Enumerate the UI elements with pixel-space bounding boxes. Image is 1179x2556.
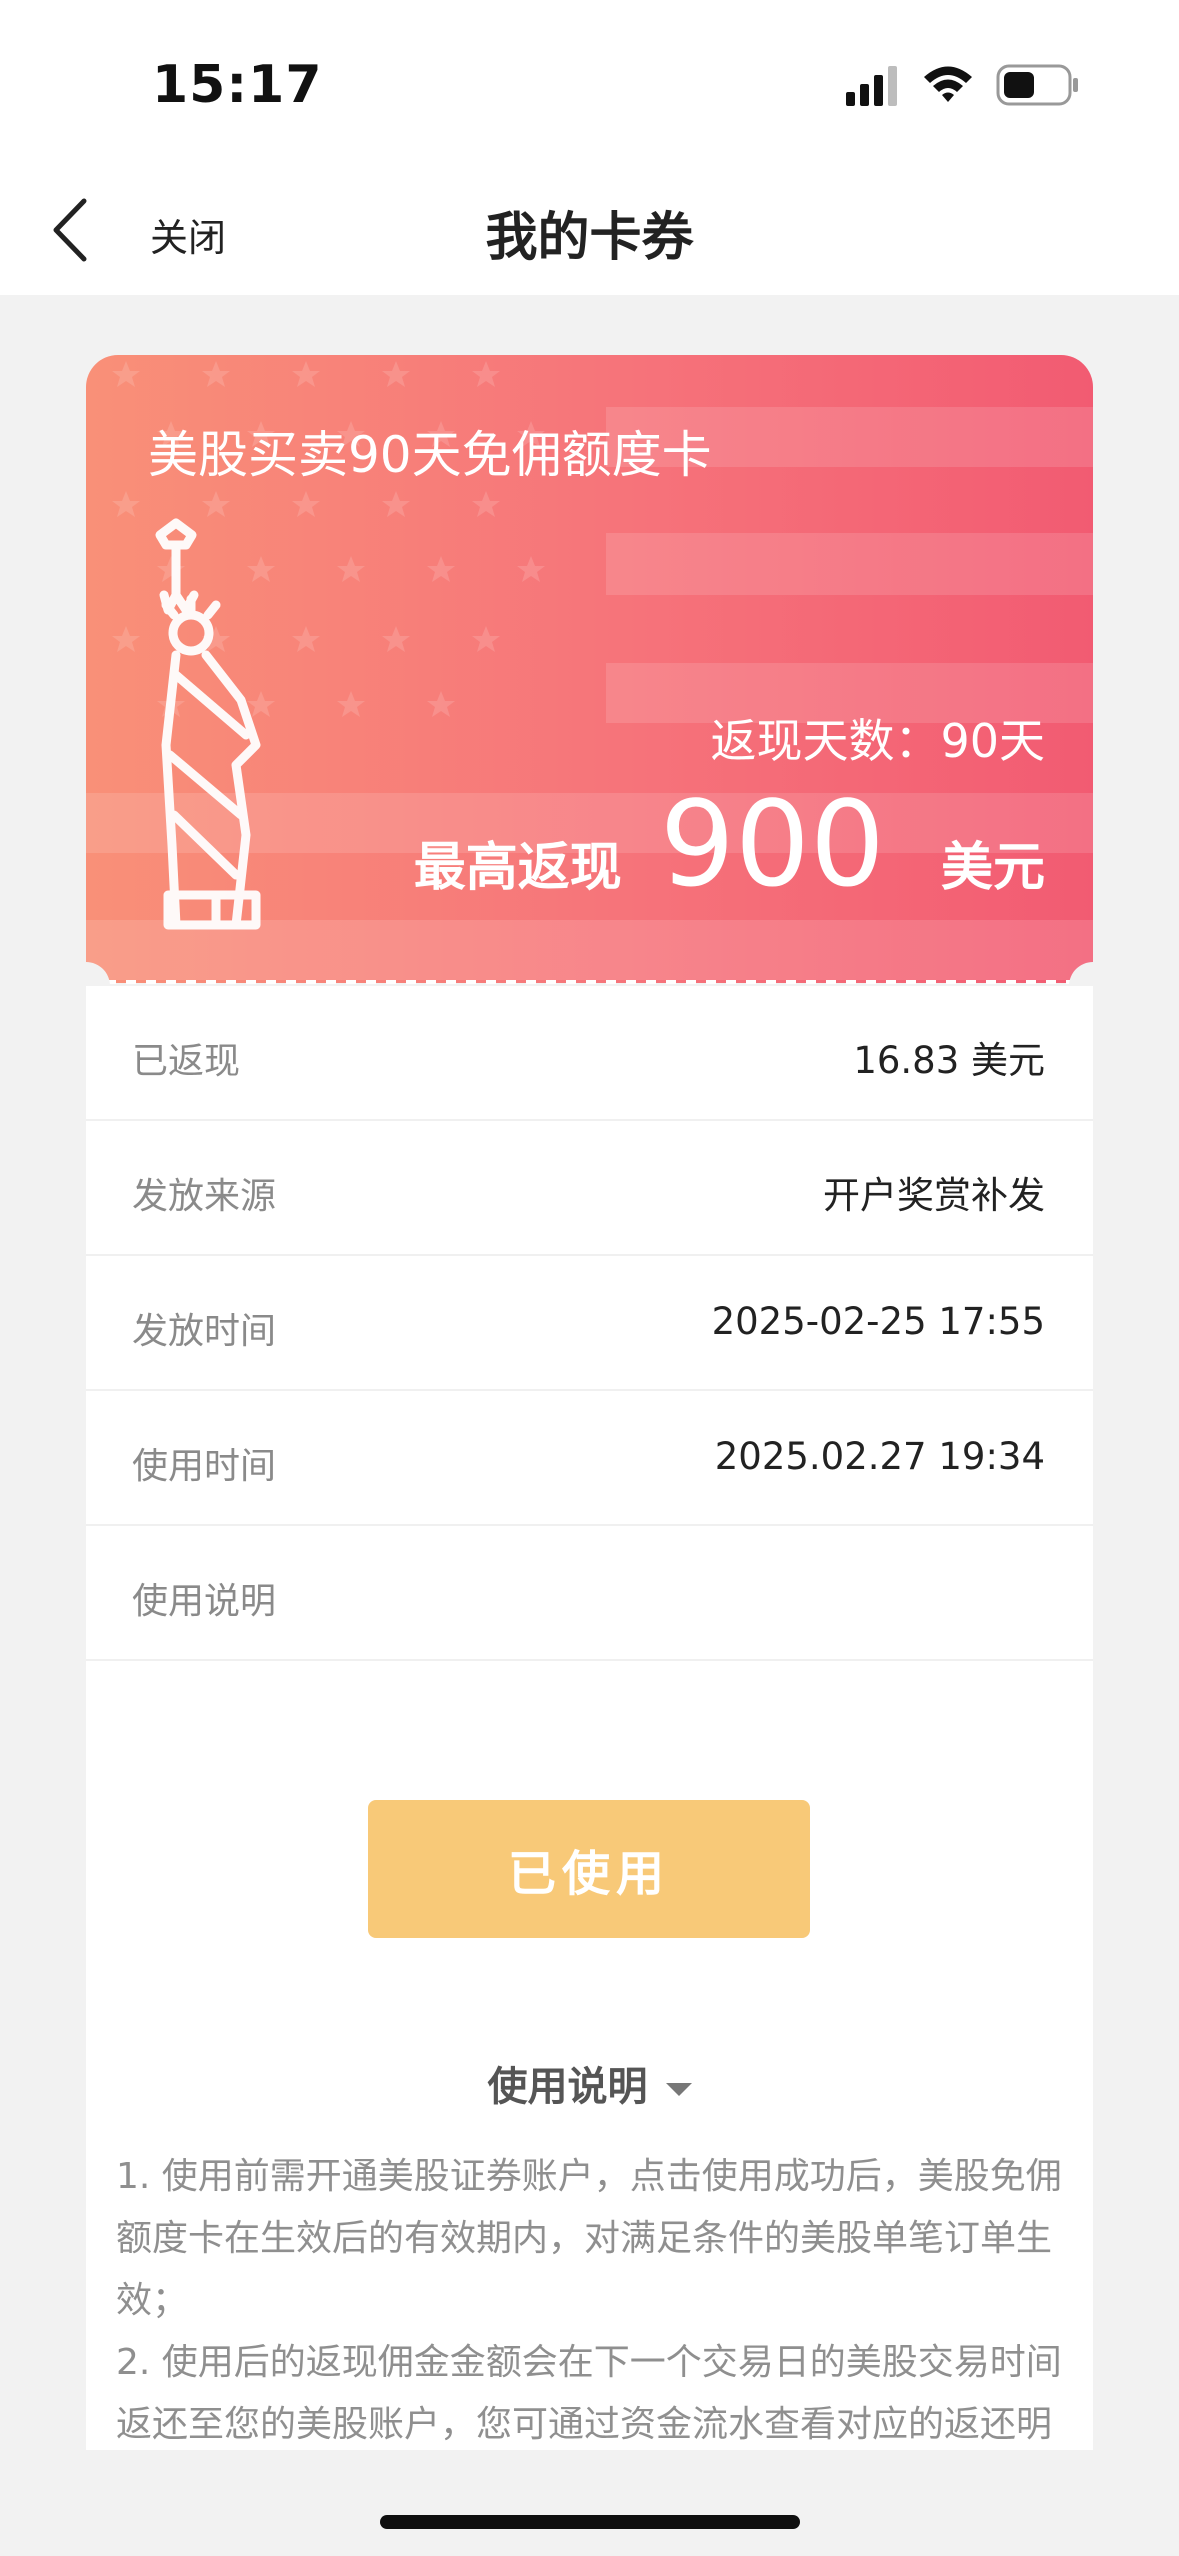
detail-row-issue-time: 发放时间 2025-02-25 17:55 [86,1256,1093,1391]
instructions-header-label: 使用说明 [487,2064,648,2110]
wifi-icon [924,66,972,102]
detail-row-source: 发放来源 开户奖赏补发 [86,1121,1093,1256]
detail-row-cashback-received: 已返现 16.83 美元 [86,986,1093,1121]
detail-label: 发放时间 [132,1311,277,1352]
instruction-item: 1. 使用前需开通美股证券账户，点击使用成功后，美股免佣额度卡在生效后的有效期内… [116,2156,1062,2321]
page-title: 我的卡券 [485,208,694,268]
coupon-details: 已返现 16.83 美元 发放来源 开户奖赏补发 发放时间 2025-02-25… [86,986,1093,2556]
max-cashback-unit: 美元 [940,838,1045,898]
detail-value: 2025.02.27 19:34 [714,1435,1045,1478]
max-cashback-label: 最高返现 [413,838,622,898]
card-title: 美股买卖90天免佣额度卡 [148,426,712,484]
statue-of-liberty-icon [155,518,261,930]
detail-label: 使用时间 [132,1446,277,1487]
detail-label: 发放来源 [132,1176,277,1217]
detail-row-use-time: 使用时间 2025.02.27 19:34 [86,1391,1093,1526]
battery-icon [996,64,1078,106]
instructions-toggle[interactable]: 使用说明 [86,2054,1093,2112]
used-button[interactable]: 已使用 [368,1800,810,1938]
cashback-days: 返现天数：90天 [710,714,1045,768]
detail-label: 使用说明 [132,1581,277,1622]
bottom-safe-area [0,2450,1179,2556]
detail-value: 16.83 美元 [853,1039,1045,1082]
coupon-card-header: 美股买卖90天免佣额度卡 返现天数：90天 最高返现 900 美元 [86,355,1093,983]
max-cashback: 最高返现 900 美元 [414,785,1045,903]
detail-row-usage-notes: 使用说明 [86,1526,1093,1661]
navigation-bar: 关闭 我的卡券 [0,165,1179,295]
cellular-signal-icon [846,66,897,106]
status-bar: 15:17 [0,0,1179,165]
detail-value: 2025-02-25 17:55 [711,1300,1045,1343]
caret-down-icon [665,2082,692,2096]
card-perforation [86,978,1093,986]
max-cashback-value: 900 [659,775,885,913]
status-time: 15:17 [152,55,323,115]
detail-value: 开户奖赏补发 [823,1174,1045,1217]
detail-label: 已返现 [132,1041,241,1082]
home-indicator[interactable] [380,2515,800,2529]
